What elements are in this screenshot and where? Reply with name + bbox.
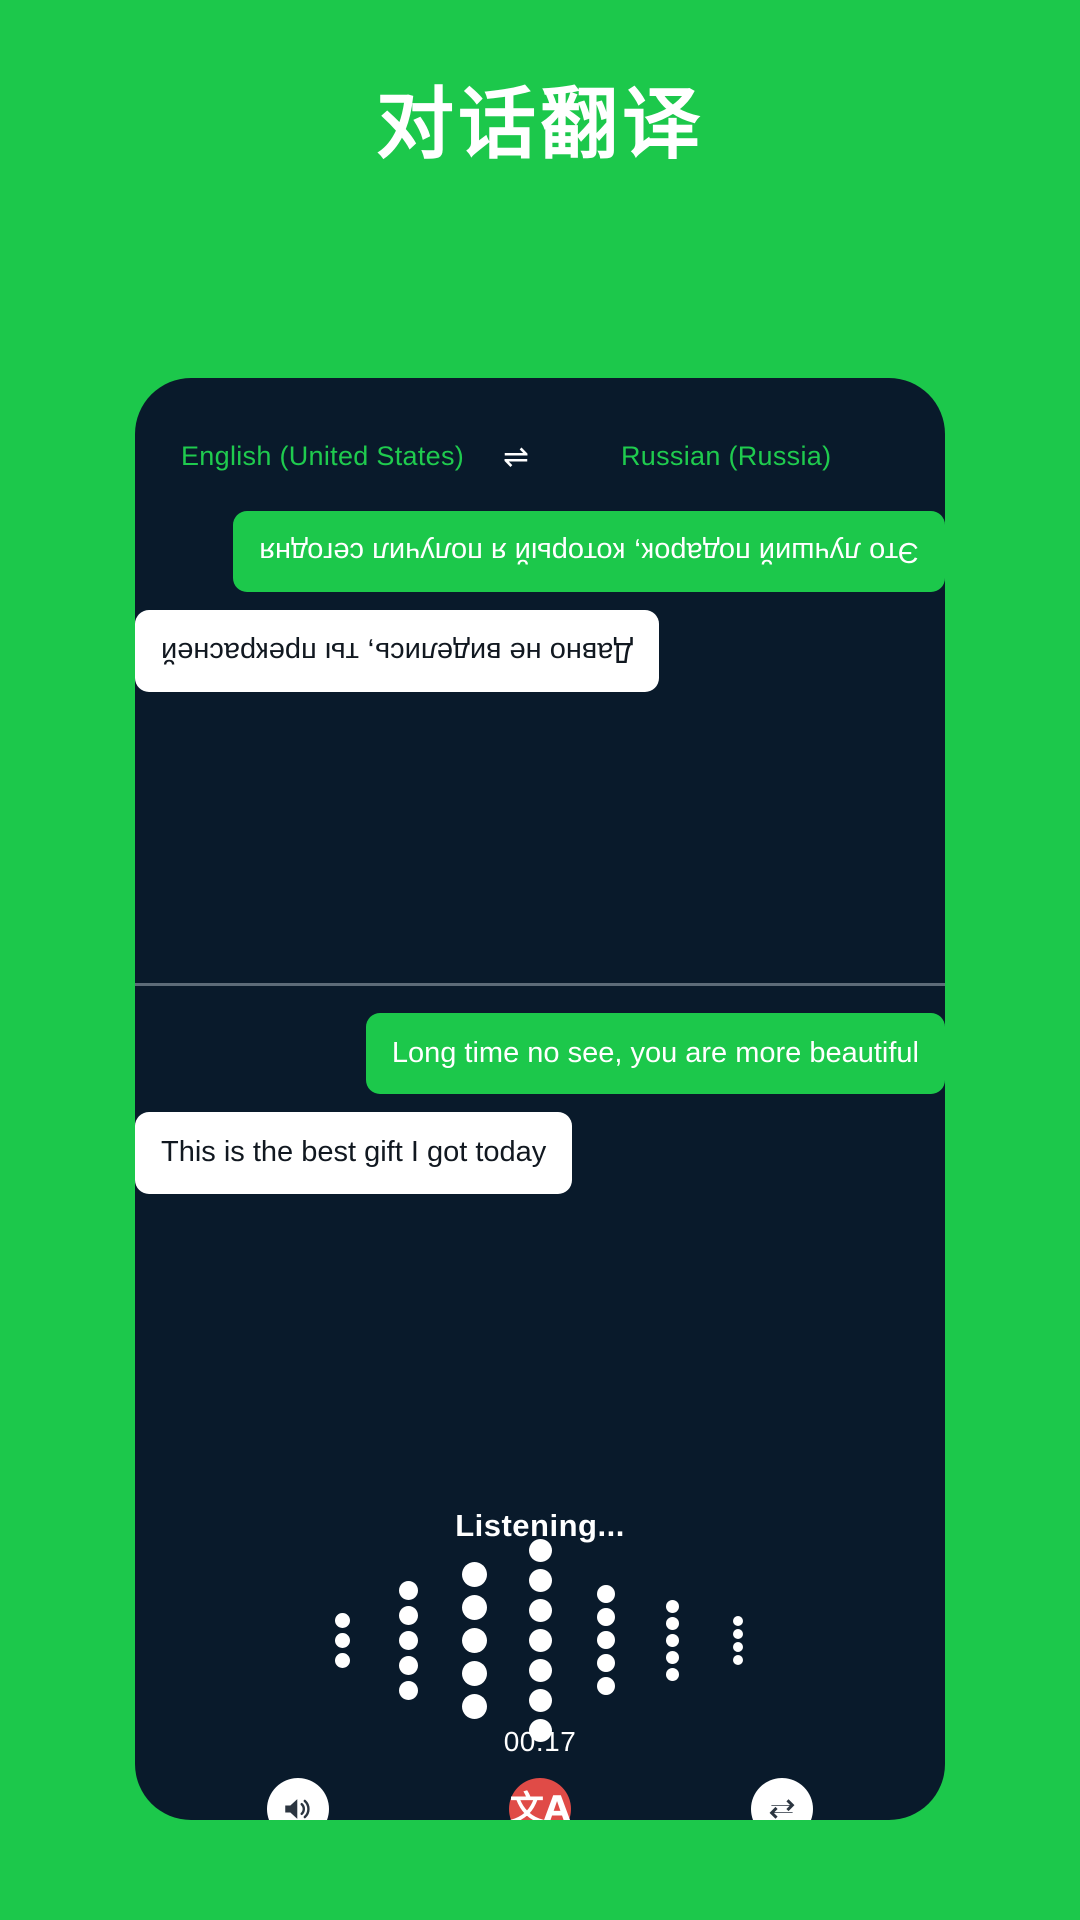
waveform-dot (398, 1655, 418, 1675)
waveform-dot (528, 1538, 552, 1562)
waveform-dot (334, 1612, 350, 1628)
waveform-dot (733, 1615, 743, 1626)
waveform-column (507, 1535, 573, 1745)
waveform-dot (733, 1654, 743, 1665)
message-row: Long time no see, you are more beautiful (135, 1013, 945, 1095)
waveform-dot (597, 1608, 615, 1626)
waveform-dot (597, 1585, 615, 1603)
waveform-dot (597, 1631, 615, 1649)
message-bubble[interactable]: Давно не виделись, ты прекрасней (135, 610, 660, 692)
message-row: This is the best gift I got today (135, 1112, 945, 1194)
waveform-dot (334, 1652, 350, 1668)
message-bubble[interactable]: This is the best gift I got today (135, 1112, 573, 1194)
quit-button[interactable]: 文A Quit (430, 1778, 650, 1820)
waveform-dot (461, 1594, 487, 1620)
waveform-dot (528, 1628, 552, 1652)
waveform-column (705, 1614, 771, 1666)
toggle-button-circle[interactable] (751, 1778, 813, 1820)
waveform-column (639, 1598, 705, 1683)
conversation-pane-remote: Давно не виделись, ты прекрасней Это луч… (135, 488, 945, 983)
waveform-dot (334, 1632, 350, 1648)
message-row: Давно не виделись, ты прекрасней (135, 610, 945, 692)
conversation-pane-local: Long time no see, you are more beautiful… (135, 986, 945, 1286)
waveform-dot (398, 1580, 418, 1600)
speaker-button-circle[interactable] (267, 1778, 329, 1820)
message-bubble[interactable]: Это лучший подарок, который я получил се… (233, 511, 945, 593)
waveform-dot (461, 1561, 487, 1587)
source-language-selector[interactable]: English (United States) (159, 441, 481, 472)
waveform-dot (597, 1654, 615, 1672)
waveform-column (573, 1583, 639, 1698)
waveform-column (441, 1558, 507, 1723)
waveform-column (375, 1578, 441, 1703)
waveform-dot (733, 1641, 743, 1652)
message-row: Это лучший подарок, который я получил се… (135, 511, 945, 593)
speaker-on-icon (285, 1799, 310, 1819)
phone-card: English (United States) ⇌ Russian (Russi… (135, 378, 945, 1820)
waveform-dot (665, 1599, 679, 1613)
waveform-dot (665, 1667, 679, 1681)
swap-horizontal-icon[interactable]: ⇌ (481, 441, 551, 472)
waveform-dot (528, 1688, 552, 1712)
waveform-dot (398, 1630, 418, 1650)
repeat-swap-icon (769, 1799, 795, 1819)
waveform-dot (461, 1660, 487, 1686)
translate-icon: 文A (509, 1789, 571, 1820)
waveform-dot (398, 1680, 418, 1700)
bottom-controls: Speaker is on 文A Quit Toggle (135, 1778, 945, 1820)
waveform-dot (528, 1658, 552, 1682)
toggle-button[interactable]: Toggle (672, 1778, 892, 1820)
waveform-dot (528, 1598, 552, 1622)
waveform-column (309, 1610, 375, 1670)
page-title: 对话翻译 (375, 80, 704, 170)
recording-timer: 00:17 (503, 1726, 577, 1757)
target-language-selector[interactable]: Russian (Russia) (551, 441, 921, 472)
audio-waveform-visualizer (135, 1538, 945, 1742)
waveform-dot (665, 1616, 679, 1630)
waveform-dot (461, 1627, 487, 1653)
waveform-dot (665, 1650, 679, 1664)
language-bar: English (United States) ⇌ Russian (Russi… (135, 441, 945, 472)
quit-button-circle[interactable]: 文A (509, 1778, 571, 1820)
speaker-toggle-button[interactable]: Speaker is on (188, 1778, 408, 1820)
waveform-dot (528, 1568, 552, 1592)
waveform-dot (597, 1677, 615, 1695)
waveform-dot (733, 1628, 743, 1639)
waveform-dot (665, 1633, 679, 1647)
waveform-dot (398, 1605, 418, 1625)
waveform-dot (461, 1693, 487, 1719)
message-bubble[interactable]: Long time no see, you are more beautiful (365, 1013, 945, 1095)
